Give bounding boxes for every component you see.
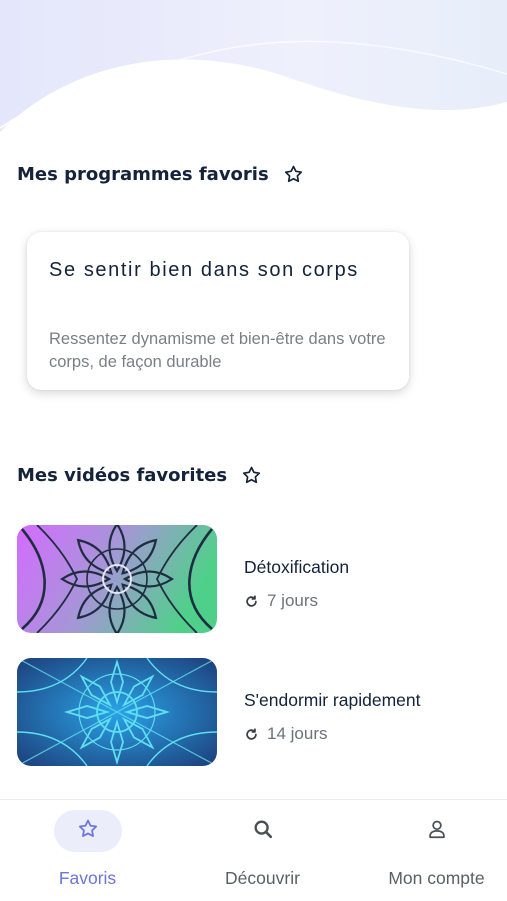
video-duration-text: 7 jours — [267, 591, 319, 610]
tab-icon-wrap — [403, 810, 471, 852]
tab-label: Mon compte — [388, 868, 485, 888]
tab-mon-compte[interactable]: Mon compte — [352, 800, 507, 901]
favorite-videos-heading-text: Mes vidéos favorites — [17, 465, 228, 486]
star-outline-icon — [241, 465, 262, 486]
video-list-item[interactable]: S'endormir rapidement 14 jours — [17, 658, 487, 766]
tab-decouvrir[interactable]: Découvrir — [178, 800, 347, 901]
video-title: S'endormir rapidement — [244, 690, 421, 710]
tab-favoris[interactable]: Favoris — [3, 800, 172, 901]
program-card-title: Se sentir bien dans son corps — [49, 259, 359, 281]
video-duration: 14 jours — [244, 724, 327, 744]
program-card-description: Ressentez dynamisme et bien-être dans vo… — [49, 330, 386, 371]
star-outline-icon — [283, 164, 304, 185]
repeat-icon — [244, 594, 259, 609]
video-duration-text: 14 jours — [267, 724, 328, 743]
video-duration: 7 jours — [244, 591, 318, 611]
star-icon — [77, 818, 99, 845]
video-thumbnail-mandala — [17, 658, 217, 766]
favorite-programs-heading-text: Mes programmes favoris — [17, 164, 269, 185]
header-wave-decoration — [0, 0, 507, 140]
search-icon — [252, 818, 274, 845]
program-card[interactable]: Se sentir bien dans son corps Ressentez … — [27, 232, 409, 390]
bottom-tab-bar: Favoris Découvrir Mon compte — [0, 799, 507, 901]
tab-label: Découvrir — [225, 868, 300, 888]
tab-active-indicator — [53, 810, 122, 852]
video-thumbnail-mandala — [17, 525, 217, 633]
tab-icon-wrap — [229, 810, 297, 852]
user-icon — [426, 818, 448, 845]
repeat-icon — [244, 727, 259, 742]
tab-label: Favoris — [58, 868, 117, 888]
video-title: Détoxification — [244, 557, 350, 577]
video-list-item[interactable]: Détoxification 7 jours — [17, 525, 487, 633]
favorite-videos-heading: Mes vidéos favorites — [17, 465, 262, 486]
favorite-programs-heading: Mes programmes favoris — [17, 164, 304, 185]
